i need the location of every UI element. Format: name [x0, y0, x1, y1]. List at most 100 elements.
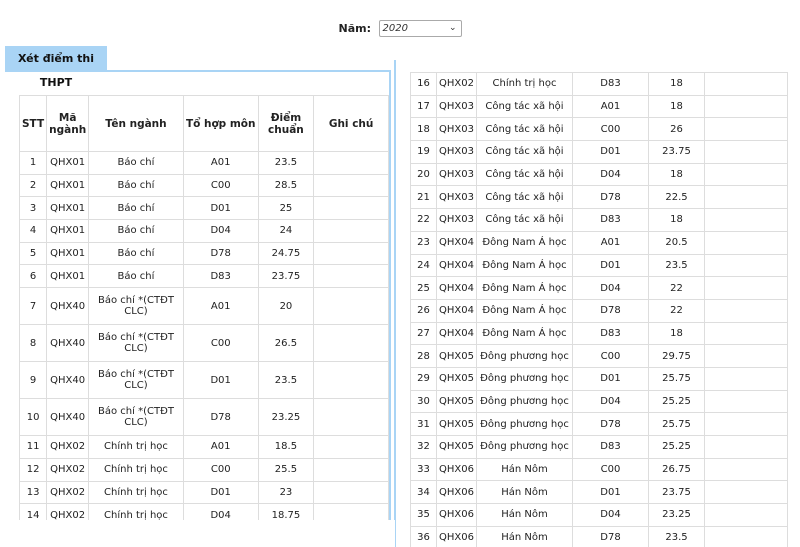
cell-ten-nganh: Báo chí: [88, 219, 184, 243]
cell-diem-chuan: 26.75: [648, 457, 705, 482]
column-header-stt: STT: [18, 95, 48, 152]
table-row: 11 QHX02 Chính trị học A01 18.5: [18, 435, 389, 459]
cell-diem-chuan: 23.25: [257, 398, 315, 437]
cell-to-hop-mon: D78: [182, 398, 259, 437]
cell-to-hop-mon: A01: [182, 435, 259, 459]
cell-ten-nganh: Đông Nam Á học: [476, 321, 573, 346]
cell-stt: 29: [410, 366, 437, 391]
cell-diem-chuan: 22: [648, 276, 705, 300]
cell-stt: 13: [18, 480, 48, 505]
cell-stt: 28: [410, 344, 437, 368]
cell-ten-nganh: Đông phương học: [476, 412, 573, 436]
cell-stt: 10: [18, 398, 48, 437]
table-row: 1 QHX01 Báo chí A01 23.5: [18, 151, 389, 175]
cell-to-hop-mon: D83: [572, 321, 649, 346]
cell-ten-nganh: Báo chí *(CTĐT CLC): [88, 324, 184, 363]
cell-ghi-chu: [704, 321, 788, 346]
cell-diem-chuan: 29.75: [648, 344, 705, 368]
table-row: 10 QHX40 Báo chí *(CTĐT CLC) D78 23.25: [18, 398, 389, 437]
cell-ten-nganh: Hán Nôm: [476, 503, 573, 527]
cell-to-hop-mon: D83: [572, 72, 649, 96]
cell-ghi-chu: [313, 287, 389, 326]
cell-ghi-chu: [704, 480, 788, 505]
table-row: 31 QHX05 Đông phương học D78 25.75: [410, 412, 788, 436]
cell-ma-nganh: QHX03: [436, 140, 477, 164]
cell-diem-chuan: 23.75: [257, 264, 315, 289]
cell-diem-chuan: 23.5: [257, 151, 315, 175]
scores-panel-right: 16 QHX02 Chính trị học D83 18 17 QHX03 Công tác…: [394, 60, 798, 547]
cell-ma-nganh: QHX06: [436, 480, 477, 505]
table-row: 21 QHX03 Công tác xã hội D78 22.5: [410, 185, 788, 210]
cell-to-hop-mon: D83: [572, 208, 649, 232]
table-row: 34 QHX06 Hán Nôm D01 23.75: [410, 480, 788, 505]
cell-diem-chuan: 23.5: [257, 361, 315, 400]
cell-diem-chuan: 23: [257, 480, 315, 505]
cell-ghi-chu: [313, 264, 389, 289]
cell-ghi-chu: [704, 162, 788, 187]
cell-diem-chuan: 28.5: [257, 173, 315, 198]
cell-to-hop-mon: D04: [572, 389, 649, 414]
cell-ma-nganh: QHX06: [436, 457, 477, 482]
cell-diem-chuan: 26: [648, 117, 705, 142]
cell-to-hop-mon: D78: [572, 525, 649, 547]
cell-to-hop-mon: D78: [572, 185, 649, 210]
scores-table-right: 16 QHX02 Chính trị học D83 18 17 QHX03 Công tác…: [410, 72, 788, 547]
cell-ghi-chu: [704, 457, 788, 482]
cell-ma-nganh: QHX06: [436, 503, 477, 527]
cell-ghi-chu: [313, 480, 389, 505]
cell-diem-chuan: 23.25: [648, 503, 705, 527]
cell-ma-nganh: QHX04: [436, 230, 477, 255]
tab-xet-diem-thi-thpt[interactable]: Xét điểm thi THPT: [5, 46, 107, 89]
cell-ghi-chu: [704, 253, 788, 278]
cell-ghi-chu: [704, 72, 788, 96]
cell-stt: 26: [410, 298, 437, 323]
cell-ma-nganh: QHX03: [436, 117, 477, 142]
table-row: 17 QHX03 Công tác xã hội A01 18: [410, 94, 788, 119]
cell-stt: 3: [18, 196, 48, 221]
cell-diem-chuan: 18.5: [257, 435, 315, 459]
cell-ghi-chu: [313, 241, 389, 266]
cell-ten-nganh: Báo chí *(CTĐT CLC): [88, 287, 184, 326]
cell-stt: 30: [410, 389, 437, 414]
cell-ghi-chu: [704, 503, 788, 527]
cell-stt: 18: [410, 117, 437, 142]
cell-stt: 22: [410, 208, 437, 232]
cell-ghi-chu: [313, 457, 389, 482]
cell-stt: 8: [18, 324, 48, 363]
cell-ma-nganh: QHX40: [46, 361, 90, 400]
table-row: 20 QHX03 Công tác xã hội D04 18: [410, 162, 788, 187]
cell-to-hop-mon: D01: [182, 361, 259, 400]
cell-ghi-chu: [704, 185, 788, 210]
cell-stt: 4: [18, 219, 48, 243]
cell-to-hop-mon: D01: [572, 140, 649, 164]
cell-ma-nganh: QHX04: [436, 298, 477, 323]
cell-diem-chuan: 25.25: [648, 389, 705, 414]
cell-ghi-chu: [704, 435, 788, 459]
cell-ma-nganh: QHX04: [436, 321, 477, 346]
cell-ghi-chu: [313, 398, 389, 437]
cell-ghi-chu: [313, 435, 389, 459]
year-select[interactable]: 2020 ⌄: [378, 20, 462, 37]
table-row: 22 QHX03 Công tác xã hội D83 18: [410, 208, 788, 232]
table-row: 16 QHX02 Chính trị học D83 18: [410, 72, 788, 96]
table-row: 18 QHX03 Công tác xã hội C00 26: [410, 117, 788, 142]
table-row: 3 QHX01 Báo chí D01 25: [18, 196, 389, 221]
cell-to-hop-mon: A01: [572, 230, 649, 255]
cell-ten-nganh: Báo chí: [88, 151, 184, 175]
cell-ma-nganh: QHX03: [436, 94, 477, 119]
cell-to-hop-mon: D01: [572, 253, 649, 278]
cell-ma-nganh: QHX05: [436, 366, 477, 391]
cell-ten-nganh: Công tác xã hội: [476, 185, 573, 210]
column-header-diem-chuan: Điểm chuẩn: [257, 95, 315, 152]
cell-diem-chuan: 25: [257, 196, 315, 221]
cell-ten-nganh: Báo chí: [88, 196, 184, 221]
cell-to-hop-mon: C00: [572, 117, 649, 142]
cell-to-hop-mon: D78: [572, 412, 649, 436]
cell-ma-nganh: QHX05: [436, 344, 477, 368]
cell-diem-chuan: 23.5: [648, 253, 705, 278]
cell-diem-chuan: 18: [648, 162, 705, 187]
cell-stt: 5: [18, 241, 48, 266]
year-select-value: 2020: [382, 23, 408, 34]
cell-ten-nganh: Báo chí: [88, 173, 184, 198]
table-row: 12 QHX02 Chính trị học C00 25.5: [18, 457, 389, 482]
